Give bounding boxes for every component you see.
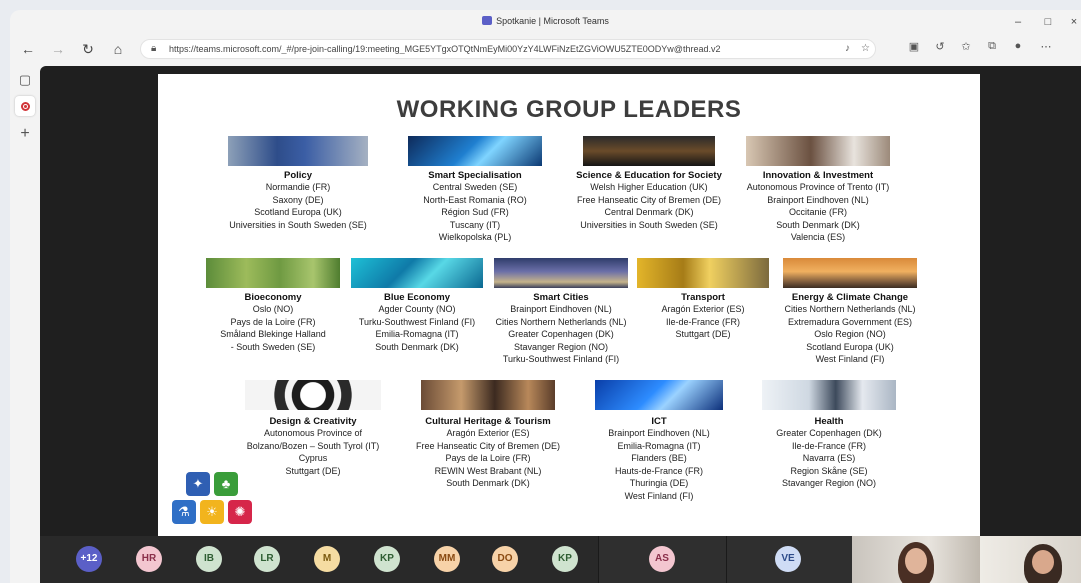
refresh-icon[interactable]: ↻ [78, 40, 98, 58]
more-icon[interactable]: ⋯ [1038, 40, 1054, 53]
back-icon[interactable]: ← [18, 40, 38, 58]
group-design-creativity: Design & Creativity Autonomous Province … [238, 380, 388, 477]
participant-avatar[interactable]: LR [254, 546, 280, 572]
title-bar: Spotkanie | Microsoft Teams – □ × [10, 10, 1081, 36]
url-text: https://teams.microsoft.com/_#/pre-join-… [169, 44, 721, 54]
participant-avatar[interactable]: KP [374, 546, 400, 572]
organisation-logo: ✦ ♣ ⚗ ☀ ✺ [172, 472, 252, 528]
group-smart-specialisation: Smart Specialisation Central Sweden (SE)… [400, 136, 550, 244]
favorite-icon[interactable]: ☆ [861, 43, 870, 54]
home-icon[interactable]: ⌂ [108, 40, 128, 58]
browser-sidebar: ▢ + [10, 66, 40, 583]
teams-meeting-view: WORKING GROUP LEADERS Policy Normandie (… [40, 66, 1081, 583]
participant-avatar[interactable]: HR [136, 546, 162, 572]
policy-image [228, 136, 368, 166]
window-title: Spotkanie | Microsoft Teams [496, 16, 609, 26]
innovation-investment-image [746, 136, 890, 166]
group-policy: Policy Normandie (FR) Saxony (DE) Scotla… [218, 136, 378, 231]
group-bioeconomy: Bioeconomy Oslo (NO) Pays de la Loire (F… [198, 258, 348, 353]
participant-avatar[interactable]: M [314, 546, 340, 572]
transport-image [637, 258, 769, 288]
design-creativity-image [245, 380, 381, 410]
science-education-image [583, 136, 715, 166]
group-blue-economy: Blue Economy Agder County (NO) Turku-Sou… [346, 258, 488, 353]
add-icon[interactable]: + [15, 124, 35, 144]
smart-specialisation-image [408, 136, 542, 166]
health-image [762, 380, 896, 410]
network-icon: ✺ [228, 500, 252, 524]
participant-video[interactable] [980, 536, 1081, 583]
bulb-icon: ☀ [200, 500, 224, 524]
cultural-heritage-image [421, 380, 555, 410]
participant-strip: +12 HR IB LR M KP MM DO KP AS VE [40, 536, 1081, 583]
group-smart-cities: Smart Cities Brainport Eindhoven (NL) Ci… [486, 258, 636, 366]
address-bar[interactable]: 🔒︎ https://teams.microsoft.com/_#/pre-jo… [140, 39, 876, 59]
group-cultural-heritage: Cultural Heritage & Tourism Aragón Exter… [408, 380, 568, 490]
favorites-icon[interactable]: ✩ [958, 40, 974, 53]
participant-video[interactable] [852, 536, 980, 583]
energy-climate-image [783, 258, 917, 288]
refresh-page-icon[interactable]: ↺ [932, 40, 948, 53]
more-participants-badge[interactable]: +12 [76, 546, 102, 572]
group-energy-climate: Energy & Climate Change Cities Northern … [766, 258, 934, 366]
group-ict: ICT Brainport Eindhoven (NL) Emilia-Roma… [594, 380, 724, 502]
browser-window: Spotkanie | Microsoft Teams – □ × ← → ↻ … [10, 10, 1081, 583]
shared-slide: WORKING GROUP LEADERS Policy Normandie (… [158, 74, 980, 536]
participant-avatar[interactable]: VE [775, 546, 801, 572]
participant-avatar[interactable]: MM [434, 546, 460, 572]
participant-face [1032, 550, 1054, 574]
bioeconomy-image [206, 258, 340, 288]
extension-icon[interactable]: ▣ [906, 40, 922, 53]
group-innovation-investment: Innovation & Investment Autonomous Provi… [734, 136, 902, 244]
participant-tile[interactable]: VE [726, 536, 852, 583]
slide-title: WORKING GROUP LEADERS [396, 96, 742, 123]
group-transport: Transport Aragón Exterior (ES) Ile-de-Fr… [636, 258, 770, 341]
tabs-icon[interactable]: ▢ [15, 70, 35, 90]
profile-icon[interactable]: ● [1010, 40, 1026, 52]
collections-icon[interactable]: ⧉ [984, 40, 1000, 53]
mic-icon[interactable]: ♪ [845, 43, 850, 54]
flask-icon: ⚗ [172, 500, 196, 524]
stars-icon: ✦ [186, 472, 210, 496]
minimize-button[interactable]: – [1006, 14, 1030, 30]
participant-avatar[interactable]: DO [492, 546, 518, 572]
maximize-button[interactable]: □ [1036, 14, 1060, 30]
close-button[interactable]: × [1062, 14, 1081, 30]
forward-icon[interactable]: → [48, 40, 68, 58]
tree-icon: ♣ [214, 472, 238, 496]
participant-tile[interactable]: AS [598, 536, 726, 583]
participant-avatar[interactable]: IB [196, 546, 222, 572]
record-icon[interactable] [15, 96, 35, 116]
ict-image [595, 380, 723, 410]
participant-face [905, 548, 927, 574]
participant-avatar[interactable]: KP [552, 546, 578, 572]
blue-economy-image [351, 258, 483, 288]
teams-icon [482, 16, 493, 25]
smart-cities-image [494, 258, 628, 288]
participant-avatar[interactable]: AS [649, 546, 675, 572]
group-health: Health Greater Copenhagen (DK) Ile-de-Fr… [754, 380, 904, 490]
group-science-education: Science & Education for Society Welsh Hi… [564, 136, 734, 231]
lock-icon: 🔒︎ [151, 43, 157, 54]
